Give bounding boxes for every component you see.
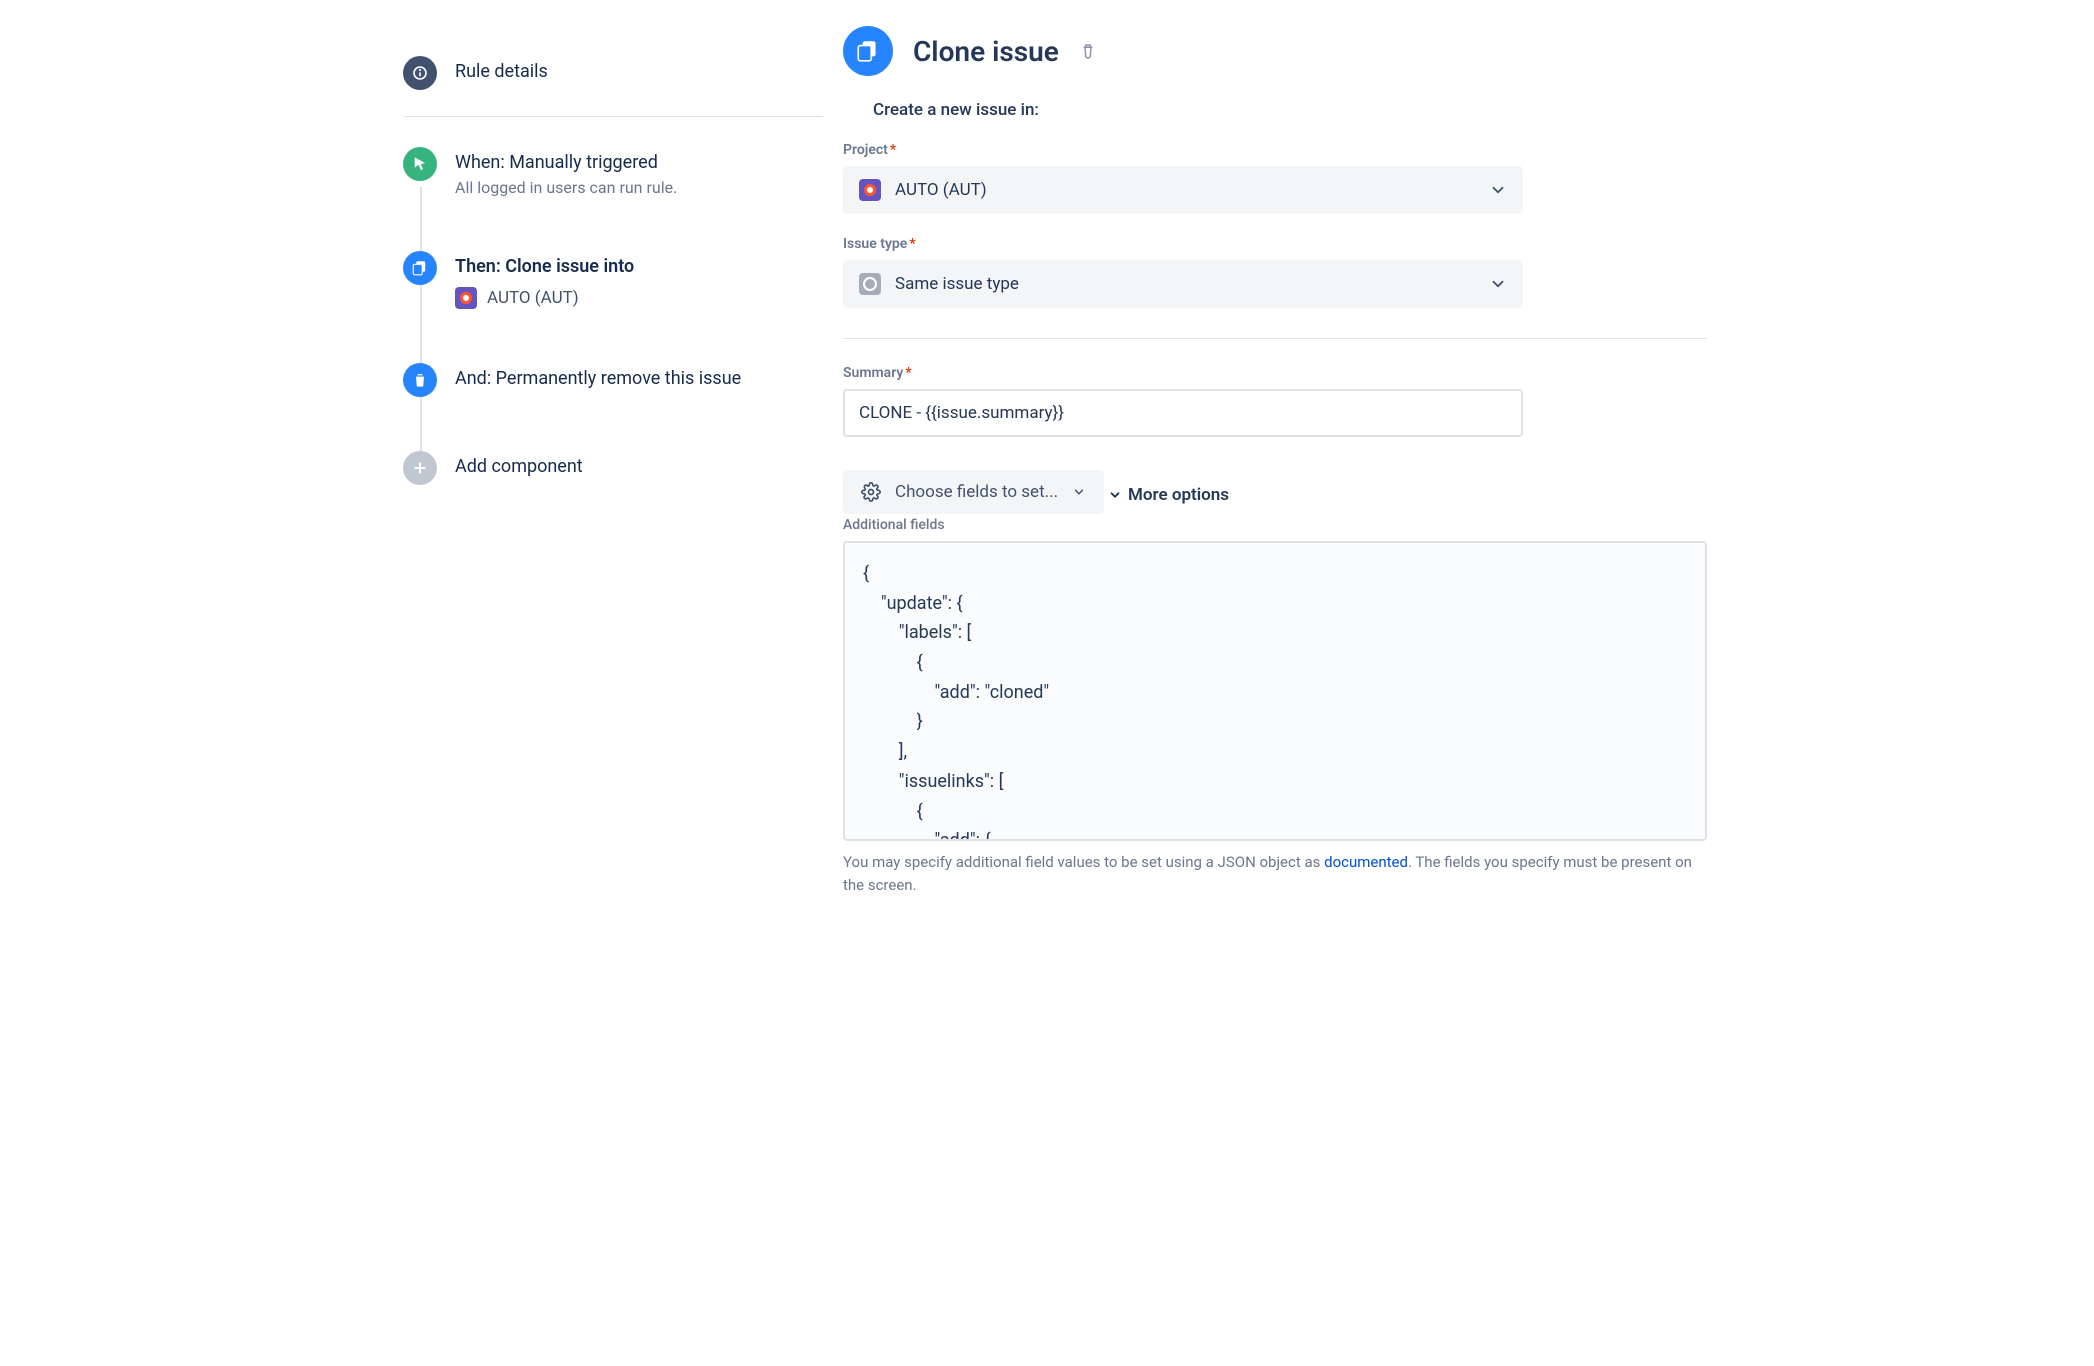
delete-icon <box>403 363 437 397</box>
documented-link[interactable]: documented <box>1324 853 1408 871</box>
action-panel: Clone issue Create a new issue in: Proje… <box>843 26 1747 896</box>
choose-fields-label: Choose fields to set... <box>895 482 1058 502</box>
more-options-label: More options <box>1128 485 1229 505</box>
page-title: Clone issue <box>913 35 1059 68</box>
then-project-label: AUTO (AUT) <box>487 288 579 308</box>
then-step[interactable]: Then: Clone issue into AUTO (AUT) <box>403 251 823 362</box>
and-step[interactable]: And: Permanently remove this issue <box>403 363 823 451</box>
chevron-down-icon <box>1072 485 1086 499</box>
sidebar-divider <box>403 116 823 117</box>
rule-details-row[interactable]: Rule details <box>403 56 823 90</box>
trigger-icon <box>403 147 437 181</box>
choose-fields-button[interactable]: Choose fields to set... <box>843 470 1104 514</box>
additional-fields-help: You may specify additional field values … <box>843 851 1707 896</box>
project-value: AUTO (AUT) <box>895 180 987 200</box>
and-title: And: Permanently remove this issue <box>455 367 741 390</box>
when-sub: All logged in users can run rule. <box>455 178 677 197</box>
additional-fields-editor[interactable]: { "update": { "labels": [ { "add": "clon… <box>843 541 1707 841</box>
summary-label: Summary* <box>843 365 1707 381</box>
chevron-down-icon <box>1489 181 1507 199</box>
project-avatar-icon <box>859 179 881 201</box>
chevron-down-icon <box>1108 488 1122 502</box>
project-label: Project* <box>843 142 1707 158</box>
issuetype-icon <box>859 273 881 295</box>
issuetype-select[interactable]: Same issue type <box>843 260 1523 308</box>
gear-icon <box>861 482 881 502</box>
project-select[interactable]: AUTO (AUT) <box>843 166 1523 214</box>
clone-icon <box>403 251 437 285</box>
plus-icon <box>403 451 437 485</box>
add-component-label: Add component <box>455 455 583 478</box>
issuetype-label: Issue type* <box>843 236 1707 252</box>
delete-action-button[interactable] <box>1079 42 1097 60</box>
add-component-row[interactable]: Add component <box>403 451 823 485</box>
rule-details-label: Rule details <box>455 60 548 83</box>
then-project: AUTO (AUT) <box>455 287 634 309</box>
when-title: When: Manually triggered <box>455 151 677 174</box>
chevron-down-icon <box>1489 275 1507 293</box>
issuetype-value: Same issue type <box>895 274 1019 294</box>
additional-fields-content: { "update": { "labels": [ { "add": "clon… <box>863 559 1687 841</box>
rule-sidebar: Rule details When: Manually triggered Al… <box>347 26 843 896</box>
then-title: Then: Clone issue into <box>455 255 634 278</box>
when-step[interactable]: When: Manually triggered All logged in u… <box>403 147 823 251</box>
info-icon <box>403 56 437 90</box>
section-divider <box>843 338 1707 339</box>
summary-input[interactable] <box>843 389 1523 437</box>
clone-header-icon <box>843 26 893 76</box>
additional-fields-label: Additional fields <box>843 517 1707 533</box>
project-avatar-icon <box>455 287 477 309</box>
create-in-label: Create a new issue in: <box>873 100 1707 120</box>
more-options-toggle[interactable]: More options <box>1108 485 1229 505</box>
